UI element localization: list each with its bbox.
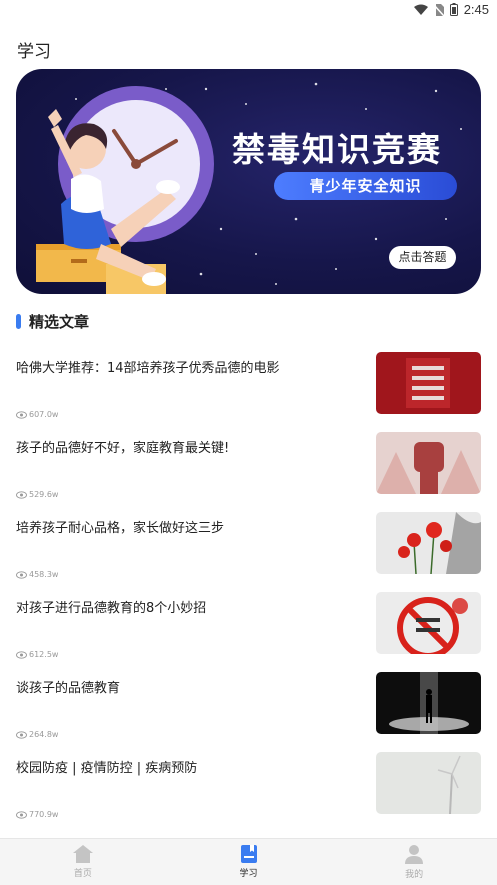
tab-mine[interactable]: 我的 xyxy=(331,839,497,885)
status-time: 2:45 xyxy=(463,2,489,17)
wifi-icon xyxy=(413,4,428,15)
battery-icon xyxy=(449,3,458,16)
tab-label: 首页 xyxy=(73,869,92,879)
answer-quiz-button[interactable]: 点击答题 xyxy=(389,246,456,269)
section-header: 精选文章 xyxy=(16,311,89,332)
eye-icon xyxy=(16,730,27,739)
article-item[interactable]: 哈佛大学推荐：14部培养孩子优秀品德的电影 607.0w xyxy=(0,352,497,440)
book-icon xyxy=(240,845,257,863)
view-count: 529.6w xyxy=(29,490,59,499)
section-title: 精选文章 xyxy=(29,313,90,331)
banner-subtitle: 青少年安全知识 xyxy=(274,172,457,200)
article-item[interactable]: 校园防疫 | 疫情防控 | 疾病预防 770.9w xyxy=(0,752,497,840)
article-thumbnail xyxy=(376,672,481,734)
user-icon xyxy=(405,844,424,864)
article-views: 612.5w xyxy=(16,650,58,659)
article-views: 770.9w xyxy=(16,810,58,819)
quiz-banner[interactable]: 禁毒知识竞赛 青少年安全知识 点击答题 xyxy=(16,69,481,294)
article-thumbnail xyxy=(376,432,481,494)
view-count: 458.3w xyxy=(29,570,59,579)
eye-icon xyxy=(16,650,27,659)
article-thumbnail xyxy=(376,512,481,574)
tab-home[interactable]: 首页 xyxy=(0,839,166,885)
article-title: 培养孩子耐心品格，家长做好这三步 xyxy=(16,521,225,536)
section-accent-bar xyxy=(16,314,21,329)
eye-icon xyxy=(16,570,27,579)
view-count: 612.5w xyxy=(29,650,59,659)
view-count: 770.9w xyxy=(29,810,59,819)
view-count: 264.8w xyxy=(29,730,59,739)
article-thumbnail xyxy=(376,592,481,654)
article-title: 哈佛大学推荐：14部培养孩子优秀品德的电影 xyxy=(16,361,280,376)
no-sim-icon xyxy=(433,3,444,16)
article-views: 264.8w xyxy=(16,730,58,739)
tab-label: 我的 xyxy=(405,869,424,880)
article-title: 校园防疫 | 疫情防控 | 疾病预防 xyxy=(16,761,198,776)
eye-icon xyxy=(16,810,27,819)
article-item[interactable]: 对孩子进行品德教育的8个小妙招 612.5w xyxy=(0,592,497,680)
article-title: 对孩子进行品德教育的8个小妙招 xyxy=(16,601,207,616)
view-count: 607.0w xyxy=(29,410,59,419)
article-title: 谈孩子的品德教育 xyxy=(16,681,121,696)
article-views: 607.0w xyxy=(16,410,58,419)
tab-label: 学习 xyxy=(239,869,258,879)
page-title: 学习 xyxy=(17,42,51,62)
article-views: 458.3w xyxy=(16,570,58,579)
home-icon xyxy=(72,845,93,863)
article-views: 529.6w xyxy=(16,490,58,499)
article-title: 孩子的品德好不好，家庭教育最关键! xyxy=(16,441,230,456)
tab-study[interactable]: 学习 xyxy=(166,839,332,885)
article-thumbnail xyxy=(376,352,481,414)
article-item[interactable]: 谈孩子的品德教育 264.8w xyxy=(0,672,497,760)
article-thumbnail xyxy=(376,752,481,814)
eye-icon xyxy=(16,410,27,419)
eye-icon xyxy=(16,490,27,499)
bottom-tabbar: 首页 学习 我的 xyxy=(0,838,497,885)
article-item[interactable]: 孩子的品德好不好，家庭教育最关键! 529.6w xyxy=(0,432,497,520)
banner-title: 禁毒知识竞赛 xyxy=(232,130,442,169)
status-icons: 2:45 xyxy=(413,2,489,17)
article-item[interactable]: 培养孩子耐心品格，家长做好这三步 458.3w xyxy=(0,512,497,600)
status-bar: 2:45 xyxy=(0,0,497,20)
